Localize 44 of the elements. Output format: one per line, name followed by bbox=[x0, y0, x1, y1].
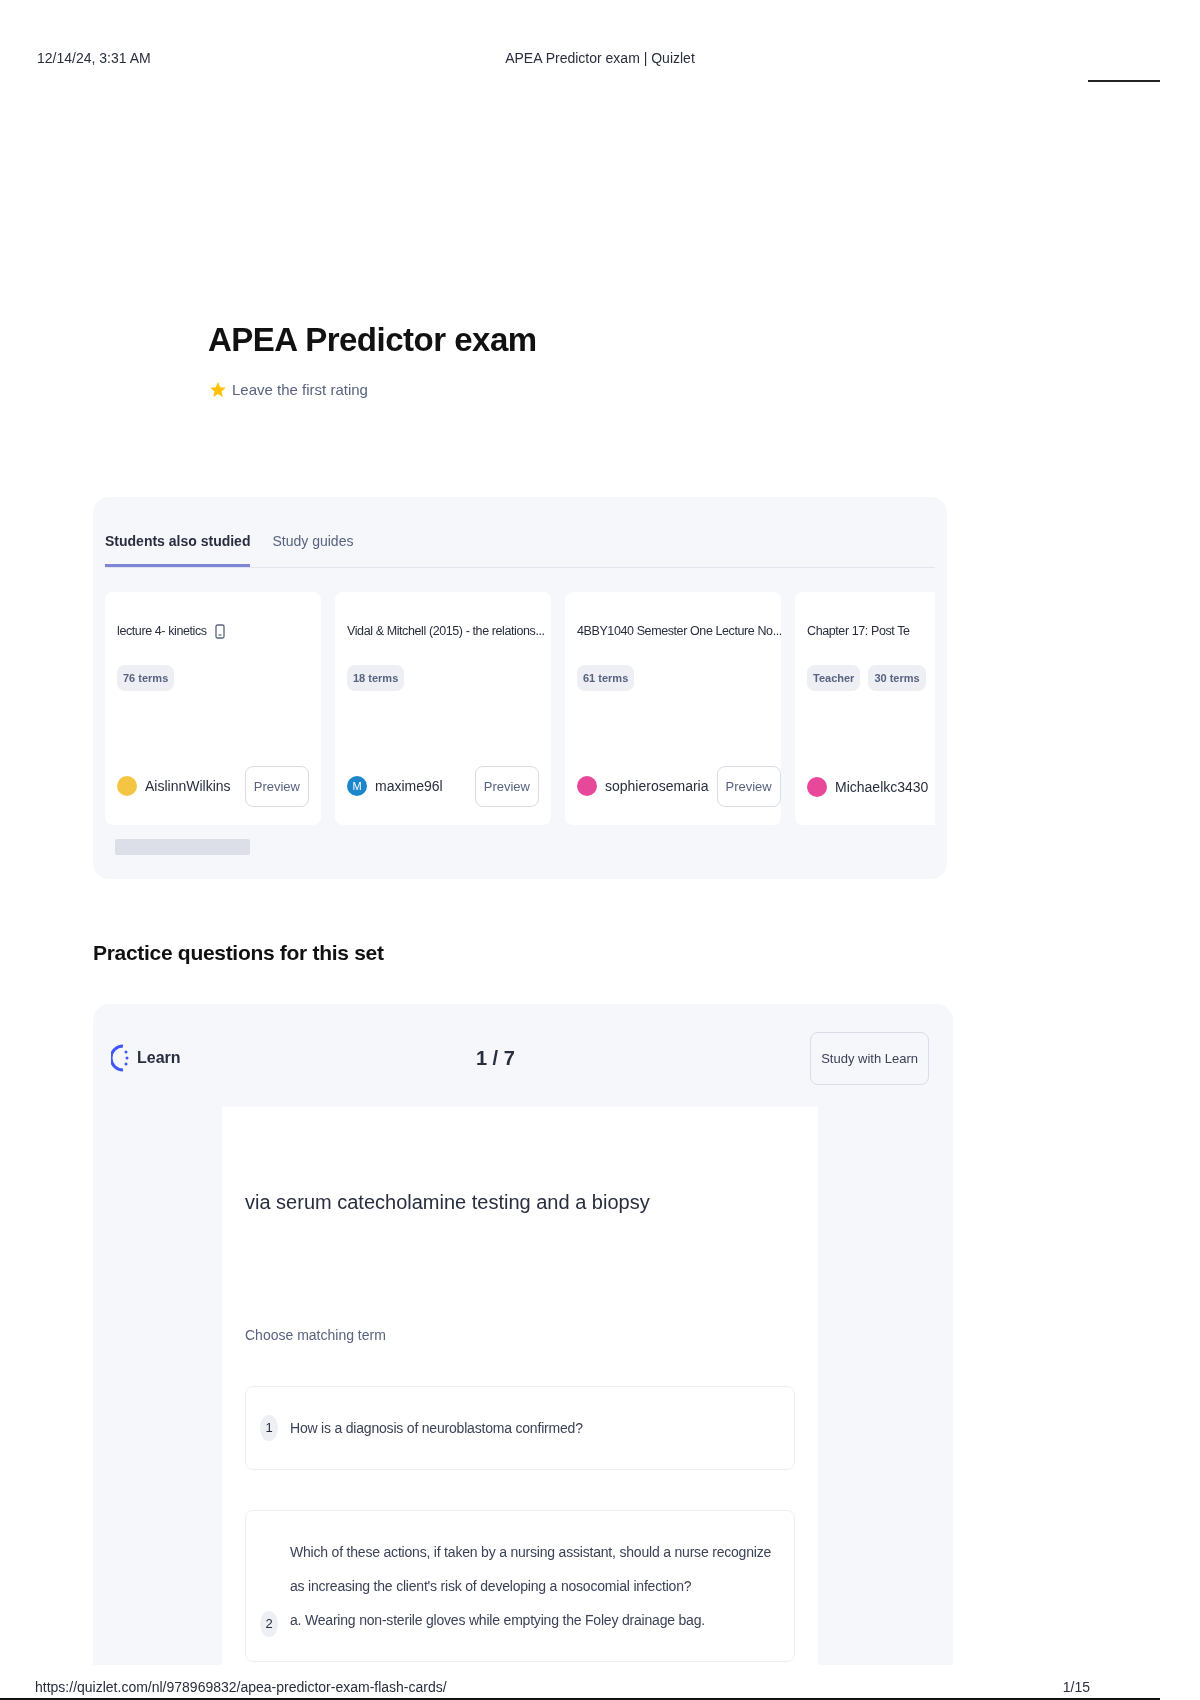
set-card[interactable]: lecture 4- kinetics 76 terms AislinnWilkins Preview bbox=[105, 592, 321, 825]
tab[interactable]: Students also studied bbox=[105, 531, 251, 567]
username: maxime96l bbox=[375, 776, 443, 796]
rating-link[interactable]: Leave the first rating bbox=[232, 378, 368, 401]
username: sophierosemaria bbox=[605, 776, 709, 796]
tab[interactable]: Study guides bbox=[272, 531, 354, 567]
set-card[interactable]: Vidal & Mitchell (2015) - the relations... 18 terms M maxime96l Preview bbox=[335, 592, 551, 825]
answer-option[interactable]: 1 How is a diagnosis of neuroblastoma confirmed? bbox=[245, 1386, 795, 1470]
page-number: 1/15 bbox=[1062, 1678, 1090, 1697]
set-card[interactable]: 4BBY1040 Semester One Lecture No... 61 terms sophierosemaria Preview bbox=[565, 592, 781, 825]
set-title: APEA Predictor exam bbox=[208, 320, 537, 360]
username: Michaelkc3430 bbox=[835, 777, 929, 797]
tag: 18 terms bbox=[347, 664, 405, 692]
set-title[interactable]: lecture 4- kinetics bbox=[117, 622, 207, 641]
set-title[interactable]: 4BBY1040 Semester One Lecture No... bbox=[577, 622, 782, 641]
star-icon[interactable] bbox=[210, 380, 226, 399]
instruction: Choose matching term bbox=[245, 1326, 387, 1345]
progress-counter: 1 / 7 bbox=[475, 1047, 515, 1070]
section-heading: Practice questions for this set bbox=[93, 940, 385, 966]
page-url: https://quizlet.com/nl/978969832/apea-predictor-exam-flash-cards/ bbox=[35, 1678, 447, 1697]
option-number: 2 bbox=[260, 1611, 278, 1637]
set-title[interactable]: Chapter 17: Post Te bbox=[807, 622, 910, 641]
scrollbar-thumb[interactable] bbox=[115, 839, 250, 855]
phone-icon bbox=[214, 623, 225, 639]
option-number: 1 bbox=[260, 1415, 278, 1441]
study-button[interactable]: Study with Learn bbox=[810, 1031, 929, 1085]
preview-button[interactable]: Preview bbox=[474, 765, 539, 807]
tag: 76 terms bbox=[117, 664, 175, 692]
print-date: 12/14/24, 3:31 AM bbox=[37, 49, 151, 68]
tag: 30 terms bbox=[868, 664, 926, 692]
option-text: How is a diagnosis of neuroblastoma confirmed? bbox=[290, 1419, 583, 1438]
set-card[interactable]: Chapter 17: Post Te Teacher 30 terms Michaelkc3430 bbox=[795, 592, 935, 825]
mode-label: Learn bbox=[137, 1048, 181, 1069]
page-title: APEA Predictor exam | Quizlet bbox=[505, 50, 695, 66]
preview-button[interactable]: Preview bbox=[244, 765, 309, 807]
option-text: a. Wearing non-sterile gloves while emptying the Foley drainage bag. bbox=[290, 1611, 706, 1630]
tag: 61 terms bbox=[577, 664, 635, 692]
username: AislinnWilkins bbox=[145, 776, 231, 796]
preview-button[interactable]: Preview bbox=[716, 765, 781, 807]
question-prompt: via serum catecholamine testing and a biopsy bbox=[245, 1190, 651, 1215]
avatar: M bbox=[347, 776, 367, 797]
set-title[interactable]: Vidal & Mitchell (2015) - the relations... bbox=[347, 622, 545, 641]
tag: Teacher bbox=[807, 664, 861, 692]
option-text: Which of these actions, if taken by a nursing assistant, should a nurse recognize as increasing the client's risk of developing a nosocomial infection? bbox=[290, 1543, 773, 1596]
